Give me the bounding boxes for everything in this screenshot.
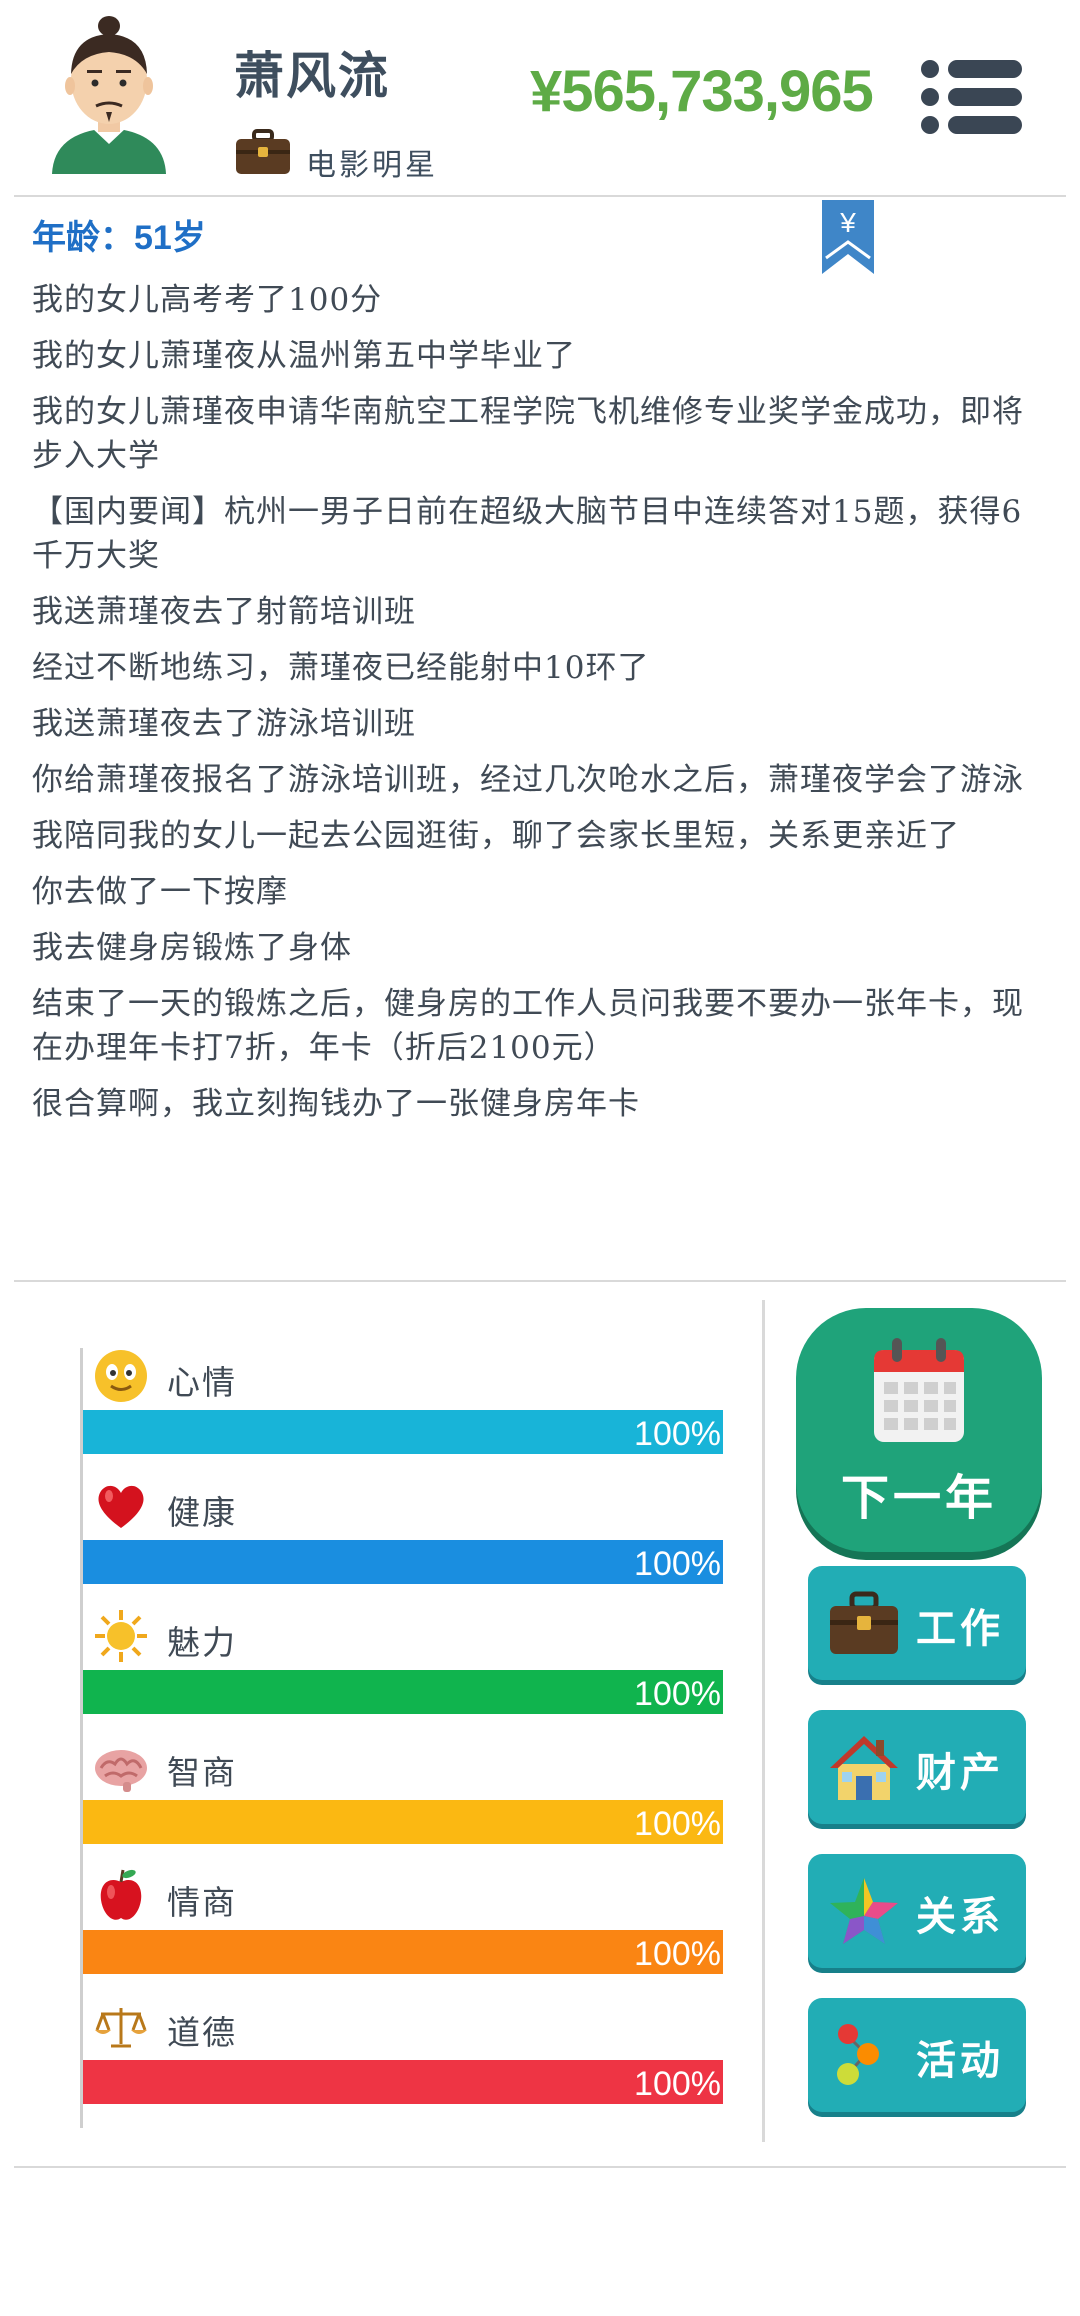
log-line: 结束了一天的锻炼之后，健身房的工作人员问我要不要办一张年卡，现在办理年卡打7折，… [32, 986, 1024, 1066]
log-line: 你给萧瑾夜报名了游泳培训班，经过几次呛水之后，萧瑾夜学会了游泳 [32, 762, 1024, 798]
stats-panel: 心情 100% 健康 100% 魅力 100% 智商 100% 情商 100% … [80, 1348, 723, 2128]
work-label: 工作 [916, 1605, 1004, 1652]
stat-label: 健康 [167, 1493, 237, 1532]
briefcase-icon [830, 1591, 898, 1654]
log-line: 我陪同我的女儿一起去公园逛街，聊了会家长里短，关系更亲近了 [32, 818, 960, 854]
log-line: 我的女儿高考考了100分 [32, 282, 383, 318]
avatar[interactable] [44, 14, 174, 179]
next-year-label: 下一年 [840, 1470, 997, 1526]
health-bar [83, 1540, 723, 1584]
log-line: 很合算啊，我立刻掏钱办了一张健身房年卡 [32, 1086, 640, 1122]
header-divider [14, 195, 1066, 197]
morality-bar [83, 2060, 723, 2104]
stat-value: 100% [634, 1935, 721, 1973]
log-divider [14, 1280, 1066, 1282]
smiley-icon [95, 1350, 147, 1402]
mood-bar [83, 1410, 723, 1454]
log-line: 【国内要闻】杭州一男子日前在超级大脑节目中连续答对15题，获得6千万大奖 [32, 494, 1023, 574]
activities-icon [837, 2024, 879, 2085]
stat-value: 100% [634, 1545, 721, 1583]
sun-icon [95, 1610, 147, 1662]
stat-value: 100% [634, 1805, 721, 1843]
stat-value: 100% [634, 1675, 721, 1713]
stat-value: 100% [634, 2065, 721, 2103]
svg-text:¥: ¥ [839, 207, 856, 238]
stat-label: 智商 [167, 1753, 237, 1792]
job-title: 电影明星 [306, 148, 438, 183]
log-line: 经过不断地练习，萧瑾夜已经能射中10环了 [32, 650, 650, 686]
log-line: 你去做了一下按摩 [32, 874, 288, 910]
stat-label: 心情 [167, 1363, 237, 1402]
property-button[interactable]: 财产 [808, 1710, 1026, 1824]
brain-icon [95, 1750, 147, 1792]
iq-bar [83, 1800, 723, 1844]
house-icon [830, 1736, 898, 1800]
stat-charm: 魅力 100% [83, 1608, 723, 1738]
panel-divider [762, 1300, 765, 2142]
stat-iq: 智商 100% [83, 1738, 723, 1868]
stat-health: 健康 100% [83, 1478, 723, 1608]
next-year-button[interactable]: 下一年 [796, 1308, 1042, 1552]
scales-icon [95, 2008, 147, 2048]
work-button[interactable]: 工作 [808, 1566, 1026, 1680]
apple-icon [100, 1869, 142, 1920]
charm-bar [83, 1670, 723, 1714]
stat-label: 情商 [167, 1883, 237, 1922]
briefcase-icon [236, 129, 290, 174]
footer-divider [14, 2166, 1066, 2168]
money-bookmark-icon[interactable]: ¥ [820, 200, 876, 276]
activities-label: 活动 [916, 2037, 1004, 2084]
stat-label: 魅力 [167, 1623, 237, 1662]
player-name: 萧风流 [234, 46, 390, 105]
relations-button[interactable]: 关系 [808, 1854, 1026, 1968]
eq-bar [83, 1930, 723, 1974]
log-line: 我的女儿萧瑾夜申请华南航空工程学院飞机维修专业奖学金成功，即将步入大学 [32, 394, 1024, 474]
event-log: 年龄：51岁 我的女儿高考考了100分 我的女儿萧瑾夜从温州第五中学毕业了 我的… [32, 210, 1052, 1126]
header: 萧风流 电影明星 ¥565,733,965 [0, 0, 1080, 195]
log-line: 我送萧瑾夜去了射箭培训班 [32, 594, 416, 630]
property-label: 财产 [916, 1749, 1004, 1796]
calendar-icon [874, 1338, 964, 1442]
stat-value: 100% [634, 1415, 721, 1453]
activities-button[interactable]: 活动 [808, 1998, 1026, 2112]
relations-label: 关系 [916, 1893, 1004, 1940]
stat-label: 道德 [167, 2013, 237, 2052]
age-label: 年龄：51岁 [32, 219, 206, 257]
log-line: 我送萧瑾夜去了游泳培训班 [32, 706, 416, 742]
stat-eq: 情商 100% [83, 1868, 723, 1998]
menu-icon[interactable] [920, 58, 1024, 136]
log-line: 我去健身房锻炼了身体 [32, 930, 352, 966]
money-balance: ¥565,733,965 [530, 59, 874, 124]
heart-icon [98, 1485, 144, 1528]
stat-morality: 道德 100% [83, 1998, 723, 2128]
stat-mood: 心情 100% [83, 1348, 723, 1478]
star-icon [830, 1878, 898, 1944]
log-line: 我的女儿萧瑾夜从温州第五中学毕业了 [32, 338, 576, 374]
